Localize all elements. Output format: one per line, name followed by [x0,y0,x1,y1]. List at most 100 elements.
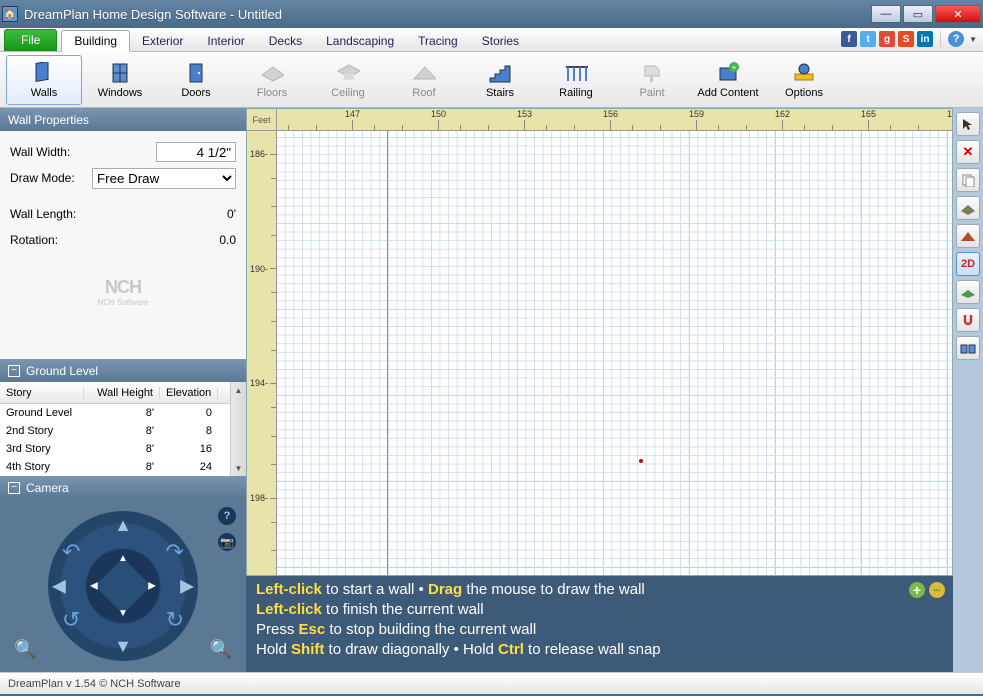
tab-landscaping[interactable]: Landscaping [314,31,406,51]
terrain-tool[interactable] [956,280,980,304]
wall-length-value: 0' [156,207,236,221]
collapse-icon[interactable]: − [8,482,20,494]
tab-decks[interactable]: Decks [257,31,314,51]
camera-navwheel[interactable]: ▲ ▼ ◀ ▶ ↶ ↷ ↺ ↻ ▲ ▼ ◀ ▶ [48,511,198,661]
camera-snapshot-icon[interactable]: 📷 [218,533,236,551]
tool-roof[interactable]: Roof [386,55,462,105]
rotate-ccw-icon[interactable]: ↶ [62,539,80,565]
svg-text:+: + [732,63,737,72]
2d-view-tool[interactable]: 2D [956,252,980,276]
panel-header-camera[interactable]: − Camera [0,476,246,499]
tool-options[interactable]: Options [766,55,842,105]
panel-header-levels[interactable]: − Ground Level [0,359,246,382]
tool-label: Doors [181,87,210,99]
paint-icon [640,61,664,85]
close-button[interactable]: ✕ [935,5,981,23]
tool-label: Paint [639,87,664,99]
minimize-button[interactable]: — [871,5,901,23]
tool-railing[interactable]: Railing [538,55,614,105]
ruler-unit-label: Feet [247,109,277,131]
tool-label: Options [785,87,823,99]
help-dropdown-icon[interactable]: ▼ [969,35,977,44]
ribbon-toolbar: Walls Windows Doors Floors Ceiling Roof … [0,52,983,108]
file-menu[interactable]: File [4,29,57,51]
level-row[interactable]: 2nd Story8'8 [0,422,230,440]
col-story[interactable]: Story [0,387,84,399]
twitter-icon[interactable]: t [860,31,876,47]
panel-title: Ground Level [26,364,98,378]
tool-add-content[interactable]: + Add Content [690,55,766,105]
tool-floors[interactable]: Floors [234,55,310,105]
levels-panel: Story Wall Height Elevation Ground Level… [0,382,246,476]
col-elevation[interactable]: Elevation [160,387,218,399]
tab-stories[interactable]: Stories [470,31,531,51]
copy-tool[interactable] [956,168,980,192]
collapse-icon[interactable]: − [8,365,20,377]
pan-down-icon[interactable]: ▼ [114,636,132,657]
draw-mode-select[interactable]: Free Draw [92,168,236,189]
googleplus-icon[interactable]: g [879,31,895,47]
pan-right-icon[interactable]: ▶ [180,575,194,596]
level-row[interactable]: Ground Level8'0 [0,404,230,422]
col-wallheight[interactable]: Wall Height [84,387,160,399]
hint-expand-icon[interactable]: + [909,582,925,598]
tool-label: Railing [559,87,593,99]
scroll-down-icon[interactable]: ▼ [231,460,246,476]
tool-label: Ceiling [331,87,365,99]
rotate-cw-icon[interactable]: ↷ [166,539,184,565]
tab-interior[interactable]: Interior [195,31,256,51]
pointer-tool[interactable] [956,112,980,136]
app-icon: 🏠 [2,6,18,22]
scroll-up-icon[interactable]: ▲ [231,382,246,398]
right-toolbar: ✕ 2D [953,108,983,672]
stairs-icon [488,61,512,85]
design-canvas[interactable]: Feet 14414715015315615916216516817117417… [246,108,953,576]
tool-label: Roof [412,87,435,99]
levels-scrollbar[interactable]: ▲ ▼ [230,382,246,476]
title-bar: 🏠 DreamPlan Home Design Software - Untit… [0,0,983,28]
windows-icon [108,61,132,85]
tab-exterior[interactable]: Exterior [130,31,195,51]
help-icon[interactable]: ? [948,31,964,47]
maximize-button[interactable]: ▭ [903,5,933,23]
rotate-cw-icon[interactable]: ↻ [166,607,184,633]
facebook-icon[interactable]: f [841,31,857,47]
level-row[interactable]: 4th Story8'24 [0,458,230,476]
zoom-out-icon[interactable]: 🔍 [14,639,36,660]
left-sidebar: Wall Properties Wall Width: Draw Mode: F… [0,108,246,672]
hint-collapse-icon[interactable]: − [929,582,945,598]
linkedin-icon[interactable]: in [917,31,933,47]
zoom-in-icon[interactable]: 🔍 [210,639,232,660]
panel-header-wall-properties: Wall Properties [0,108,246,131]
wall-view-tool[interactable] [956,196,980,220]
rotate-ccw-icon[interactable]: ↺ [62,607,80,633]
camera-help-icon[interactable]: ? [218,507,236,525]
pan-left-icon[interactable]: ◀ [52,575,66,596]
railing-icon [564,61,588,85]
add-content-icon: + [716,61,740,85]
level-row[interactable]: 3rd Story8'16 [0,440,230,458]
tool-paint[interactable]: Paint [614,55,690,105]
tab-tracing[interactable]: Tracing [406,31,470,51]
wall-width-input[interactable] [156,142,236,162]
tab-building[interactable]: Building [61,30,130,52]
tool-doors[interactable]: Doors [158,55,234,105]
delete-tool[interactable]: ✕ [956,140,980,164]
tool-label: Add Content [697,87,758,99]
rotation-label: Rotation: [10,233,156,247]
tool-windows[interactable]: Windows [82,55,158,105]
ruler-horizontal: 1441471501531561591621651681711741771801… [277,109,952,131]
snap-tool[interactable] [956,308,980,332]
roof-icon [412,61,436,85]
options-icon [792,61,816,85]
roof-view-tool[interactable] [956,224,980,248]
stumble-icon[interactable]: S [898,31,914,47]
tool-stairs[interactable]: Stairs [462,55,538,105]
pan-up-icon[interactable]: ▲ [114,515,132,536]
tool-ceiling[interactable]: Ceiling [310,55,386,105]
menu-bar: File Building Exterior Interior Decks La… [0,28,983,52]
tool-walls[interactable]: Walls [6,55,82,105]
measure-tool[interactable] [956,336,980,360]
status-text: DreamPlan v 1.54 © NCH Software [8,678,181,690]
grid [277,131,952,575]
